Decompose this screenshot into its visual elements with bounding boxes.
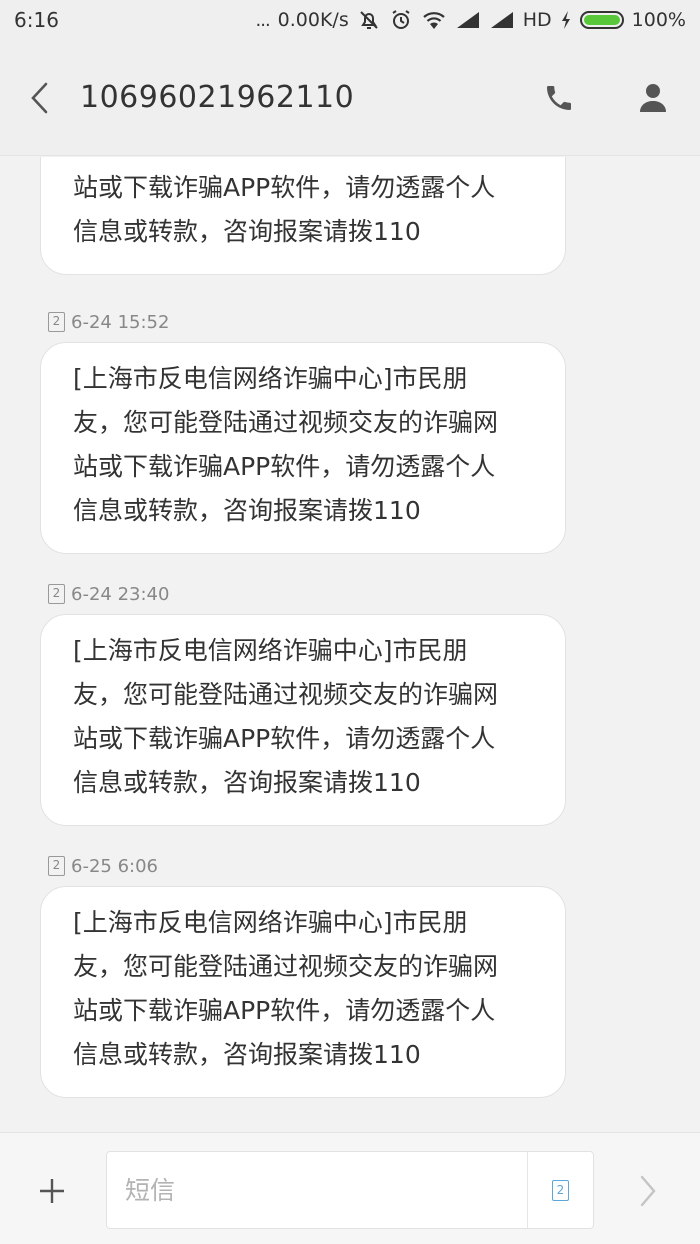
- timestamp-text: 6-24 23:40: [71, 583, 170, 605]
- message-timestamp: 2 6-24 23:40: [48, 581, 169, 607]
- attach-button[interactable]: [22, 1161, 82, 1221]
- message-text-line: 友，您可能登陆通过视频交友的诈骗网: [73, 157, 533, 166]
- message-list[interactable]: 友，您可能登陆通过视频交友的诈骗网 站或下载诈骗APP软件，请勿透露个人 信息或…: [0, 157, 700, 1132]
- plus-icon: [40, 1179, 64, 1203]
- charging-icon: [560, 10, 572, 30]
- status-dots: ...: [255, 9, 271, 31]
- back-button[interactable]: [0, 40, 80, 156]
- send-button[interactable]: [618, 1161, 678, 1221]
- compose-bar: 2: [0, 1132, 700, 1244]
- status-indicators: ... 0.00K/s HD 100%: [256, 8, 687, 32]
- status-time: 6:16: [14, 8, 59, 32]
- battery-percent: 100%: [631, 9, 686, 31]
- message-text-line: 信息或转款，咨询报案请拨110: [73, 768, 421, 797]
- sim-card-icon: 2: [552, 1179, 569, 1201]
- call-button[interactable]: [512, 40, 606, 156]
- message-text-line: 站或下载诈骗APP软件，请勿透露个人: [73, 173, 496, 202]
- sim-card-icon: 2: [48, 584, 65, 604]
- signal-icon: [455, 10, 481, 30]
- message-bubble[interactable]: 友，您可能登陆通过视频交友的诈骗网 站或下载诈骗APP软件，请勿透露个人 信息或…: [40, 157, 566, 275]
- message-text-line: 友，您可能登陆通过视频交友的诈骗网: [73, 952, 499, 981]
- signal-icon: [489, 10, 515, 30]
- message-bubble[interactable]: [上海市反电信网络诈骗中心]市民朋 友，您可能登陆通过视频交友的诈骗网 站或下载…: [40, 342, 566, 554]
- conversation-header: 10696021962110: [0, 40, 700, 156]
- timestamp-text: 6-24 15:52: [71, 311, 170, 333]
- battery-level: [583, 15, 620, 25]
- message-text-line: 友，您可能登陆通过视频交友的诈骗网: [73, 680, 499, 709]
- status-bar: 6:16 ... 0.00K/s HD 100%: [0, 0, 700, 40]
- sim-selector-button[interactable]: 2: [527, 1152, 593, 1228]
- network-type: HD: [522, 9, 552, 31]
- message-text-line: [上海市反电信网络诈骗中心]市民朋: [73, 636, 468, 665]
- message-timestamp: 2 6-25 6:06: [48, 853, 158, 879]
- contact-number: 10696021962110: [80, 80, 355, 115]
- message-text-line: 站或下载诈骗APP软件，请勿透露个人: [73, 724, 496, 753]
- net-speed: 0.00K/s: [277, 9, 349, 31]
- message-input[interactable]: [107, 1152, 527, 1228]
- message-text-line: 站或下载诈骗APP软件，请勿透露个人: [73, 452, 496, 481]
- mute-icon: [357, 8, 381, 32]
- message-timestamp: 2 6-24 15:52: [48, 309, 169, 335]
- chevron-right-icon: [640, 1175, 656, 1207]
- alarm-icon: [389, 8, 413, 32]
- sim-card-icon: 2: [48, 856, 65, 876]
- message-bubble[interactable]: [上海市反电信网络诈骗中心]市民朋 友，您可能登陆通过视频交友的诈骗网 站或下载…: [40, 614, 566, 826]
- message-text-line: [上海市反电信网络诈骗中心]市民朋: [73, 364, 468, 393]
- phone-icon: [547, 85, 571, 110]
- contact-button[interactable]: [606, 40, 700, 156]
- contact-icon: [640, 83, 666, 112]
- wifi-icon: [421, 9, 447, 31]
- chevron-left-icon: [31, 82, 48, 113]
- timestamp-text: 6-25 6:06: [71, 855, 158, 877]
- sim-card-icon: 2: [48, 312, 65, 332]
- message-text-line: [上海市反电信网络诈骗中心]市民朋: [73, 908, 468, 937]
- compose-box: 2: [106, 1151, 594, 1229]
- header-actions: [512, 40, 700, 156]
- message-text-line: 站或下载诈骗APP软件，请勿透露个人: [73, 996, 496, 1025]
- battery-icon: [579, 11, 624, 29]
- message-text-line: 信息或转款，咨询报案请拨110: [73, 1040, 421, 1069]
- message-text-line: 信息或转款，咨询报案请拨110: [73, 217, 421, 246]
- sms-conversation-screen: 6:16 ... 0.00K/s HD 100% 10696021962110 …: [0, 0, 700, 1244]
- message-text-line: 信息或转款，咨询报案请拨110: [73, 496, 421, 525]
- message-bubble[interactable]: [上海市反电信网络诈骗中心]市民朋 友，您可能登陆通过视频交友的诈骗网 站或下载…: [40, 886, 566, 1098]
- message-text-line: 友，您可能登陆通过视频交友的诈骗网: [73, 408, 499, 437]
